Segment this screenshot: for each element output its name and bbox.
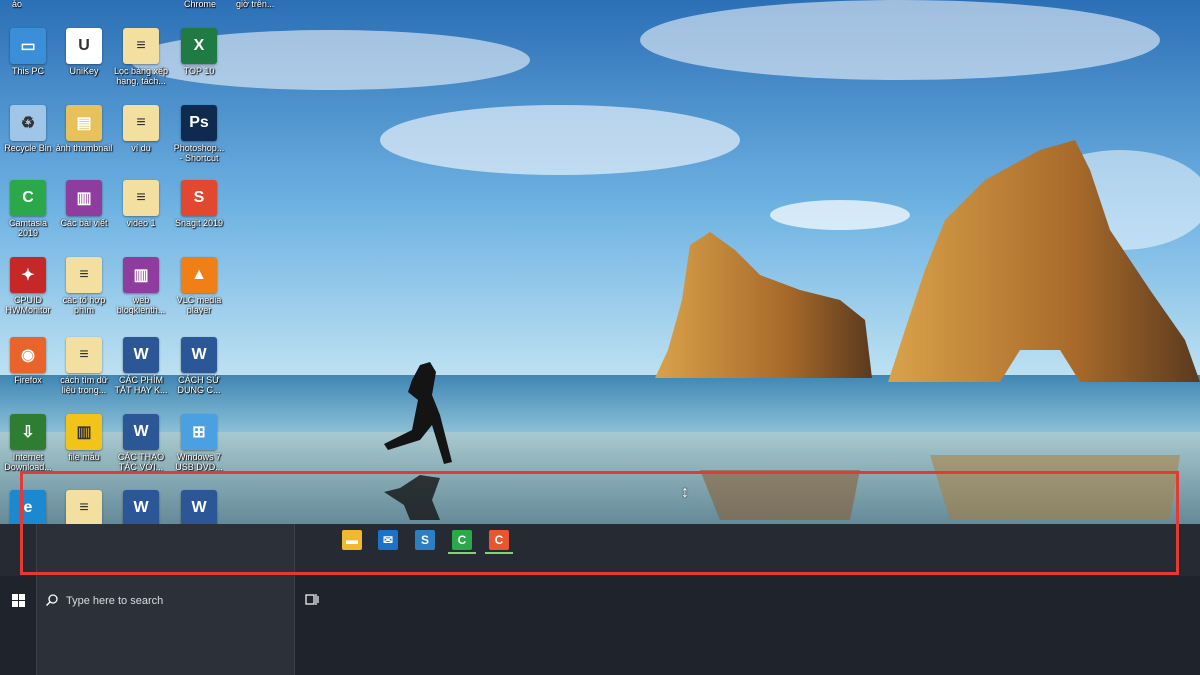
highlight-box	[20, 471, 1179, 575]
desktop-icon[interactable]: ≡ các tổ hợp phím	[53, 257, 115, 315]
desktop-icon-label: cách tìm dữ liệu trong...	[60, 375, 108, 395]
desktop-label-top-2: Chrome	[184, 0, 217, 9]
search-icon	[46, 594, 58, 606]
text-file-icon: ≡	[123, 180, 159, 216]
desktop-icon-label: Lọc bảng xếp hạng, tách...	[113, 66, 169, 86]
archive-icon: ▥	[123, 257, 159, 293]
desktop-icon-label: UniKey	[69, 66, 99, 76]
desktop-icon-label: CÁC THAO TÁC VỚI...	[117, 452, 165, 472]
text-file-icon: ≡	[66, 337, 102, 373]
desktop-icon-label: Các bài viết	[60, 218, 108, 228]
desktop-icon[interactable]: W CÁCH SỬ DỤNG C...	[168, 337, 230, 395]
desktop-icon[interactable]: ▤ ảnh thumbnail	[53, 105, 115, 163]
desktop-icon[interactable]: ≡ ví dụ	[110, 105, 172, 163]
desktop-icon[interactable]: ≡ video 1	[110, 180, 172, 238]
desktop-icon[interactable]: Ps Photoshop... - Shortcut	[168, 105, 230, 163]
word-icon: W	[123, 414, 159, 450]
desktop-label-top-3: giờ trên...	[236, 0, 275, 9]
camtasia-icon: C	[10, 180, 46, 216]
windows-start-icon[interactable]	[12, 594, 25, 607]
unikey-icon: U	[66, 28, 102, 64]
folder-icon: ▤	[66, 105, 102, 141]
desktop-icon-label: các tổ hợp phím	[62, 295, 106, 315]
desktop-icon-label: ảnh thumbnail	[55, 143, 113, 153]
zip-icon: ▥	[66, 414, 102, 450]
word-icon: W	[181, 337, 217, 373]
desktop-icon-label: TOP 10	[183, 66, 215, 76]
desktop-icon[interactable]: ▭ This PC	[0, 28, 59, 86]
text-file-icon: ≡	[123, 28, 159, 64]
desktop-icon-label: CPUID HWMonitor	[5, 295, 51, 315]
desktop-icon[interactable]: ◉ Firefox	[0, 337, 59, 395]
desktop-icon-label: Recycle Bin	[4, 143, 52, 153]
firefox-icon: ◉	[10, 337, 46, 373]
desktop-icon[interactable]: ▥ web blogkienth...	[110, 257, 172, 315]
search-input[interactable]: Type here to search	[66, 595, 163, 607]
desktop-icon-label: Snagit 2019	[174, 218, 224, 228]
desktop-icon[interactable]: W CÁC THAO TÁC VỚI...	[110, 414, 172, 472]
desktop-icon-label: ví dụ	[131, 143, 151, 153]
text-file-icon: ≡	[123, 105, 159, 141]
desktop-icon-label: web blogkienth...	[116, 295, 166, 315]
desktop-icon[interactable]: ≡ cách tìm dữ liệu trong...	[53, 337, 115, 395]
desktop-icon-label: file mẫu	[68, 452, 100, 462]
desktop-label-top-1: ảo	[12, 0, 23, 9]
recycle-bin-icon: ♻	[10, 105, 46, 141]
desktop-icon[interactable]: X TOP 10	[168, 28, 230, 86]
text-file-icon: ≡	[66, 257, 102, 293]
desktop-icon-label: This PC	[11, 66, 44, 76]
desktop-icon-label: Windows 7 USB DVD...	[175, 452, 223, 472]
desktop-icon[interactable]: ⇩ Internet Download...	[0, 414, 59, 472]
desktop-icon[interactable]: C Camtasia 2019	[0, 180, 59, 238]
snagit-icon: S	[181, 180, 217, 216]
computer-icon: ▭	[10, 28, 46, 64]
desktop-icon-label: Firefox	[14, 375, 42, 385]
desktop-icon-label: Internet Download...	[4, 452, 52, 472]
desktop-icon[interactable]: ▥ Các bài viết	[53, 180, 115, 238]
archive-icon: ▥	[66, 180, 102, 216]
desktop-icon[interactable]: W CÁC PHÍM TẮT HAY K...	[110, 337, 172, 395]
desktop-icon[interactable]: ≡ Lọc bảng xếp hạng, tách...	[110, 28, 172, 86]
desktop-icon[interactable]: S Snagit 2019	[168, 180, 230, 238]
desktop-icon-label: Camtasia 2019	[8, 218, 47, 238]
photoshop-icon: Ps	[181, 105, 217, 141]
desktop-icon-label: video 1	[126, 218, 156, 228]
desktop-icon[interactable]: ⊞ Windows 7 USB DVD...	[168, 414, 230, 472]
desktop-icon[interactable]: ✦ CPUID HWMonitor	[0, 257, 59, 315]
desktop-icon[interactable]: ▲ VLC media player	[168, 257, 230, 315]
hwmonitor-icon: ✦	[10, 257, 46, 293]
desktop-icon-label: VLC media player	[176, 295, 222, 315]
desktop-icon-label: CÁC PHÍM TẮT HAY K...	[114, 375, 168, 395]
desktop-icon[interactable]: U UniKey	[53, 28, 115, 86]
task-view-icon[interactable]	[305, 593, 319, 606]
desktop-icon-label: CÁCH SỬ DỤNG C...	[177, 375, 221, 395]
vlc-icon: ▲	[181, 257, 217, 293]
word-icon: W	[123, 337, 159, 373]
excel-icon: X	[181, 28, 217, 64]
desktop-icon[interactable]: ♻ Recycle Bin	[0, 105, 59, 163]
windows7-usb-icon: ⊞	[181, 414, 217, 450]
desktop-icon-label: Photoshop... - Shortcut	[173, 143, 225, 163]
desktop-icon[interactable]: ▥ file mẫu	[53, 414, 115, 472]
idm-icon: ⇩	[10, 414, 46, 450]
